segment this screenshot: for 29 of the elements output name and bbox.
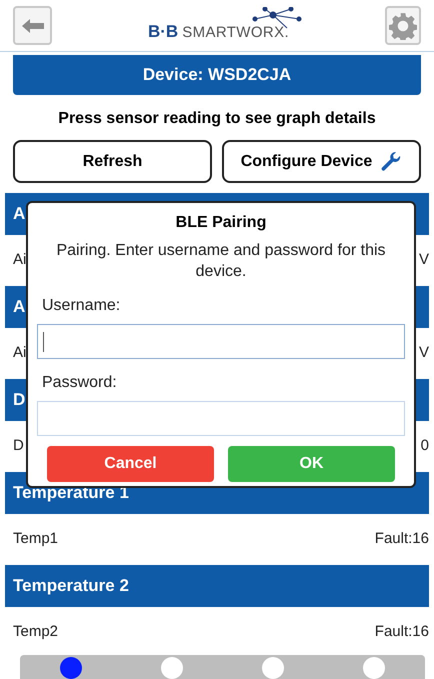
dialog-message: Pairing. Enter username and password for this device. (55, 241, 387, 282)
sensor-reading[interactable]: V (418, 342, 429, 365)
text-field[interactable] (37, 401, 405, 436)
logo-mark: B·B (148, 23, 178, 40)
action-button[interactable]: Refresh (13, 140, 212, 183)
dialog-title: BLE Pairing (174, 213, 268, 233)
sensor-label[interactable]: Temp1 (13, 528, 58, 551)
text-cursor (43, 332, 44, 352)
device-title-bar: Device: WSD2CJA (13, 55, 421, 95)
sensor-reading[interactable]: V (418, 249, 429, 272)
field-label: Username: (41, 296, 122, 316)
sensor-reading[interactable]: 0 (420, 435, 429, 458)
sensor-label[interactable]: Temp2 (13, 621, 58, 644)
wrench-icon (380, 150, 402, 172)
action-button[interactable]: Configure Device (222, 140, 421, 183)
sensor-label[interactable]: Ai (13, 342, 26, 365)
settings-button[interactable] (385, 6, 421, 45)
sensor-reading[interactable]: Fault:16 (374, 528, 429, 551)
back-button[interactable] (13, 6, 52, 45)
sensor-reading[interactable]: Fault:16 (374, 621, 429, 644)
settings-icon (389, 12, 417, 40)
back-arrow-icon (20, 18, 44, 34)
text-field[interactable] (37, 324, 405, 359)
sensor-label[interactable]: Ai (13, 249, 26, 272)
logo-name: SMARTWORX. (182, 25, 290, 40)
instruction-text: Press sensor reading to see graph details (57, 109, 377, 129)
dialog-button[interactable]: Cancel (47, 446, 214, 482)
section-header: Temperature 2 (5, 565, 429, 607)
sensor-label[interactable]: D (13, 435, 24, 458)
